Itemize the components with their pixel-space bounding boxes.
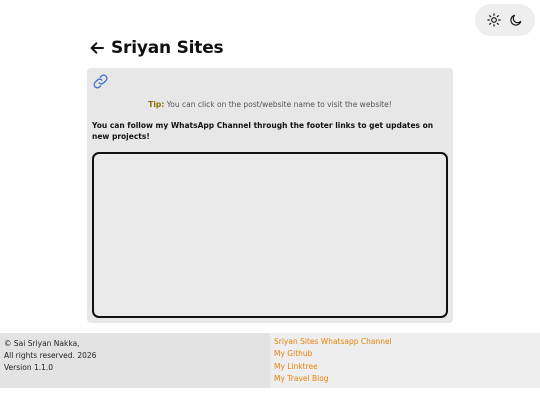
travel-blog-link[interactable]: My Travel Blog (274, 373, 536, 385)
linktree-link[interactable]: My Linktree (274, 361, 536, 373)
sun-icon[interactable] (487, 13, 501, 27)
sites-card: Tip: You can click on the post/website n… (87, 68, 453, 323)
tip-text: Tip: You can click on the post/website n… (87, 100, 453, 109)
theme-toggle[interactable] (475, 4, 535, 36)
tip-message: You can click on the post/website name t… (164, 100, 392, 109)
footer-links: Sriyan Sites Whatsapp Channel My Github … (270, 333, 540, 388)
footer: © Sai Sriyan Nakka, All rights reserved.… (0, 333, 540, 388)
page-header: Sriyan Sites (89, 38, 224, 58)
tip-label: Tip: (148, 100, 165, 109)
copyright-text: © Sai Sriyan Nakka, (4, 339, 80, 348)
sites-list-box (92, 152, 448, 318)
follow-notice: You can follow my WhatsApp Channel throu… (92, 121, 434, 141)
link-icon[interactable] (92, 73, 109, 90)
rights-text: All rights reserved. 2026 (4, 351, 97, 360)
page-title: Sriyan Sites (111, 38, 224, 58)
footer-info: © Sai Sriyan Nakka, All rights reserved.… (0, 333, 270, 388)
github-link[interactable]: My Github (274, 348, 536, 360)
arrow-left-icon[interactable] (89, 40, 105, 56)
version-text: Version 1.1.0 (4, 363, 54, 372)
whatsapp-channel-link[interactable]: Sriyan Sites Whatsapp Channel (274, 336, 536, 348)
moon-icon[interactable] (509, 13, 523, 27)
